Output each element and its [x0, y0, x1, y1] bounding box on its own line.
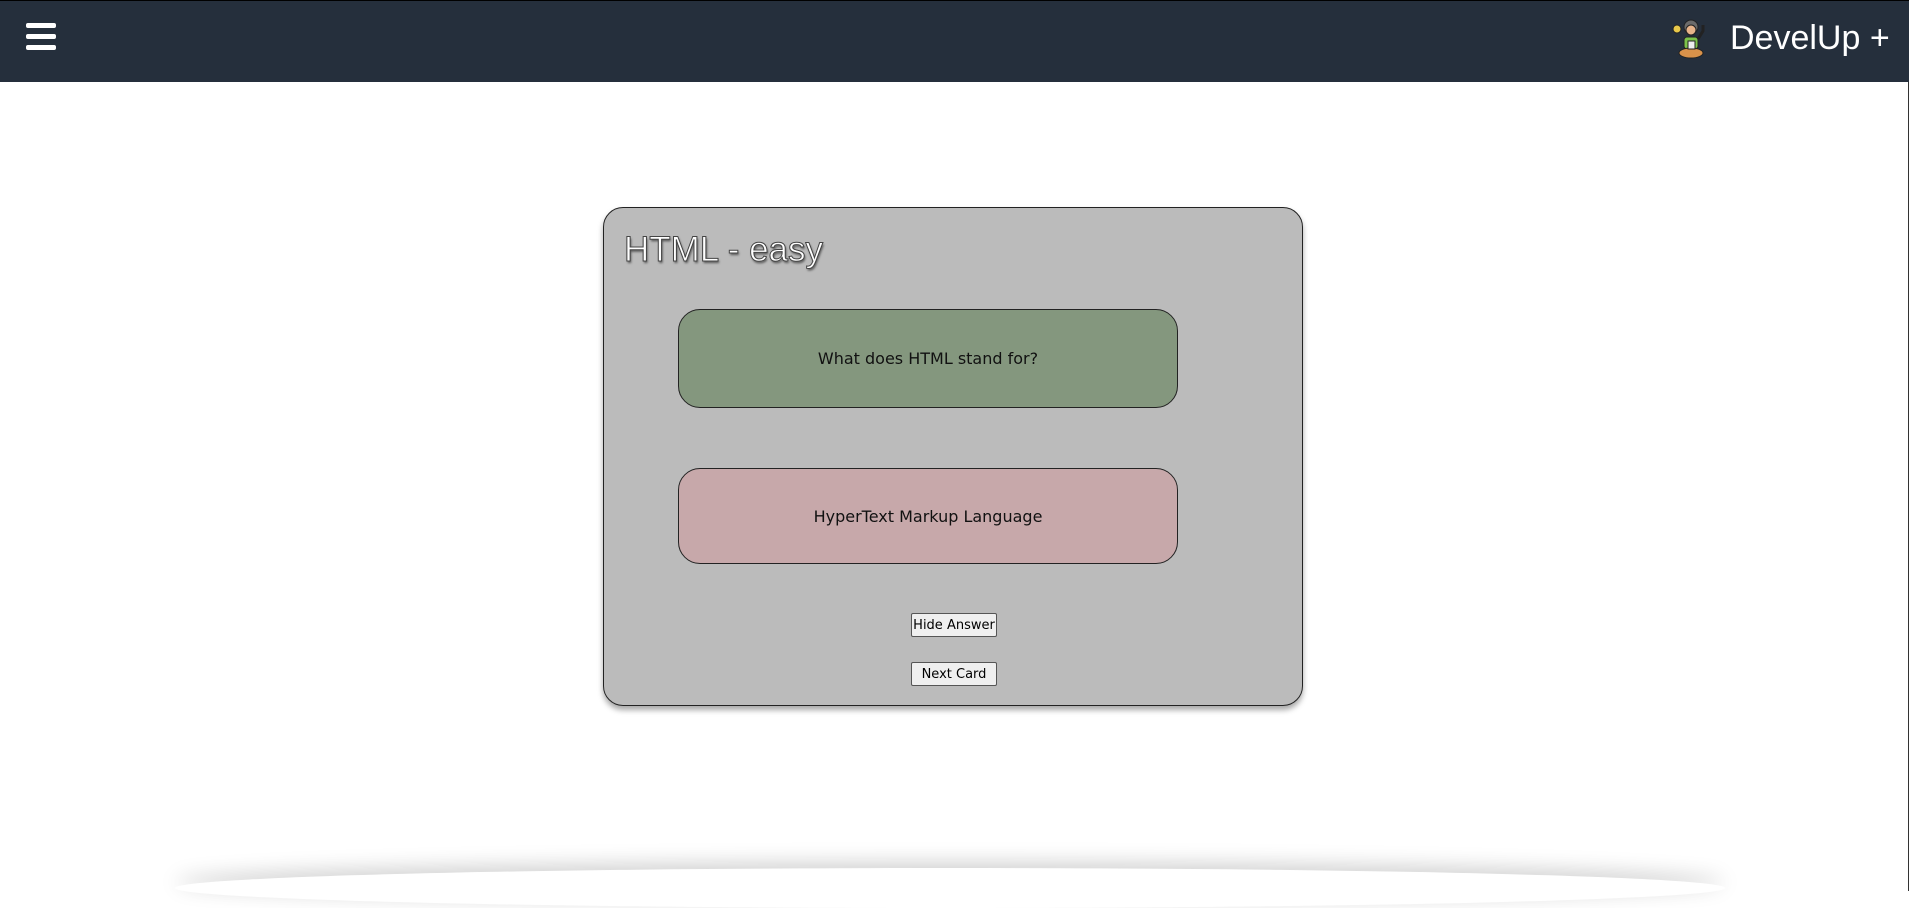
- question-box: What does HTML stand for?: [678, 309, 1178, 408]
- answer-text: HyperText Markup Language: [813, 506, 1043, 526]
- next-card-button[interactable]: Next Card: [911, 662, 997, 686]
- question-text: What does HTML stand for?: [817, 349, 1039, 368]
- top-navbar: DevelUp +: [0, 0, 1909, 82]
- hide-answer-button[interactable]: Hide Answer: [911, 613, 997, 637]
- developer-mascot-icon: [1672, 19, 1705, 59]
- deck-title: HTML - easy: [623, 230, 824, 270]
- answer-box: HyperText Markup Language: [678, 468, 1178, 564]
- brand-name[interactable]: DevelUp +: [1730, 19, 1890, 58]
- flashcard-panel: HTML - easy What does HTML stand for? Hy…: [603, 207, 1303, 706]
- hamburger-menu-icon[interactable]: [26, 23, 56, 51]
- footer-edge: [175, 868, 1725, 908]
